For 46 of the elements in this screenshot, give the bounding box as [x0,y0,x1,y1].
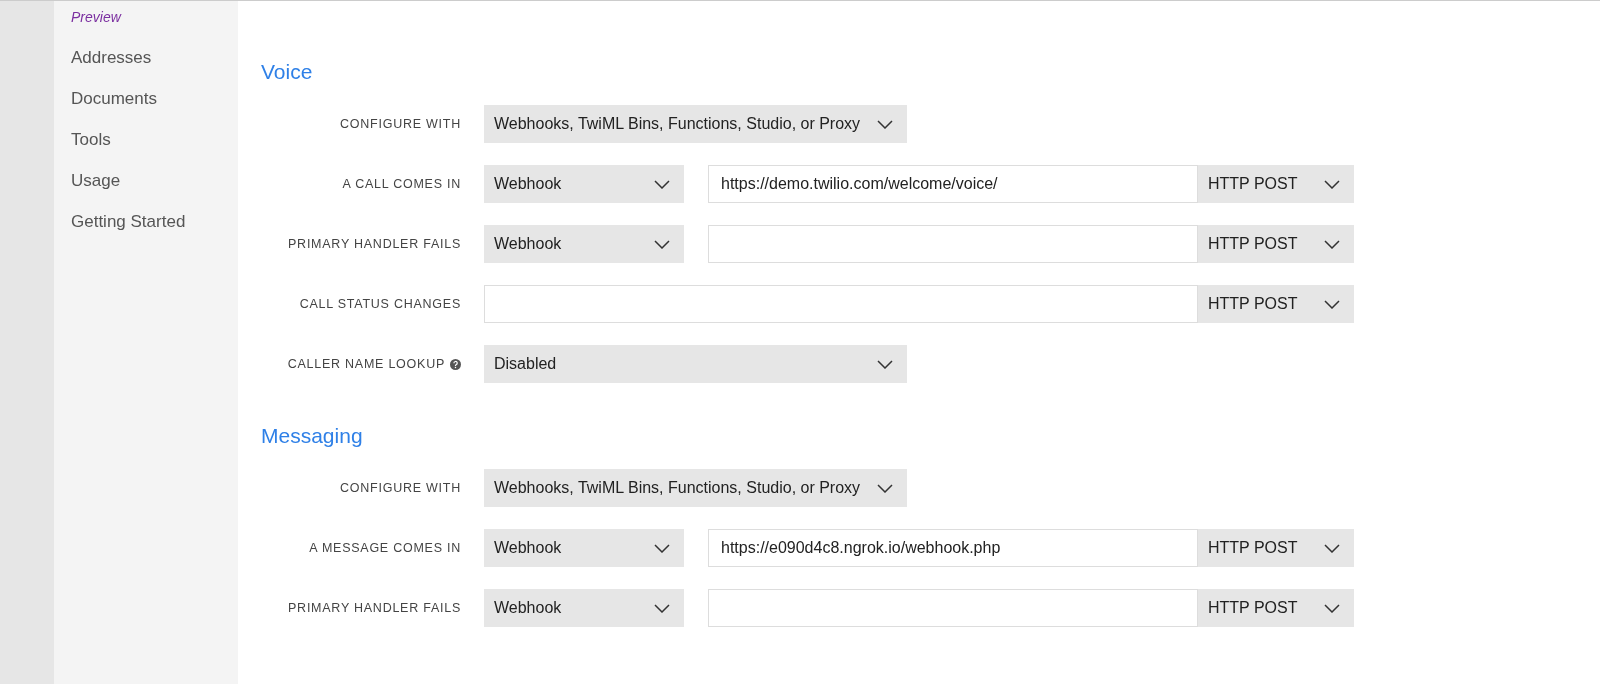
field-label: CONFIGURE WITH [340,479,461,497]
chevron-down-icon [1324,543,1340,553]
field-label: PRIMARY HANDLER FAILS [288,599,461,617]
chevron-down-icon [654,603,670,613]
field-label: A CALL COMES IN [342,175,461,193]
url-field[interactable] [708,225,1198,263]
url-field[interactable]: https://demo.twilio.com/welcome/voice/ [708,165,1198,203]
chevron-down-icon [877,359,893,369]
help-icon [450,358,461,370]
handler-select[interactable]: Webhook [484,529,684,567]
field-label: CONFIGURE WITH [340,115,461,133]
sidebar-link[interactable]: Getting Started [71,211,238,232]
url-field[interactable] [484,285,1198,323]
chevron-down-icon [1324,179,1340,189]
chevron-down-icon [1324,239,1340,249]
sidebar-link[interactable]: Tools [71,129,238,150]
method-select[interactable]: HTTP POST [1198,589,1354,627]
select-dropdown[interactable]: Webhooks, TwiML Bins, Functions, Studio, or Proxy [484,105,907,143]
chevron-down-icon [654,543,670,553]
chevron-down-icon [654,179,670,189]
method-select[interactable]: HTTP POST [1198,165,1354,203]
chevron-down-icon [877,483,893,493]
handler-select[interactable]: Webhook [484,225,684,263]
field-label: CALL STATUS CHANGES [299,295,461,313]
handler-select[interactable]: Webhook [484,589,684,627]
select-dropdown[interactable]: Webhooks, TwiML Bins, Functions, Studio, or Proxy [484,469,907,507]
chevron-down-icon [1324,299,1340,309]
sidebar-link[interactable]: Documents [71,88,238,109]
method-select[interactable]: HTTP POST [1198,285,1354,323]
field-label: A MESSAGE COMES IN [309,539,461,557]
select-dropdown[interactable]: Disabled [484,345,907,383]
chevron-down-icon [877,119,893,129]
handler-select[interactable]: Webhook [484,165,684,203]
field-label: CALLER NAME LOOKUP [287,355,445,373]
chevron-down-icon [1324,603,1340,613]
section-title: Messaging [261,423,364,449]
method-select[interactable]: HTTP POST [1198,225,1354,263]
chevron-down-icon [654,239,670,249]
sidebar-link[interactable]: Addresses [71,47,238,68]
method-select[interactable]: HTTP POST [1198,529,1354,567]
section-title: Voice [261,59,314,85]
url-field[interactable] [708,589,1198,627]
sidebar-link[interactable]: Usage [71,170,238,191]
url-field[interactable]: https://e090d4c8.ngrok.io/webhook.php [708,529,1198,567]
preview-label: Preview [71,8,123,27]
field-label: PRIMARY HANDLER FAILS [288,235,461,253]
